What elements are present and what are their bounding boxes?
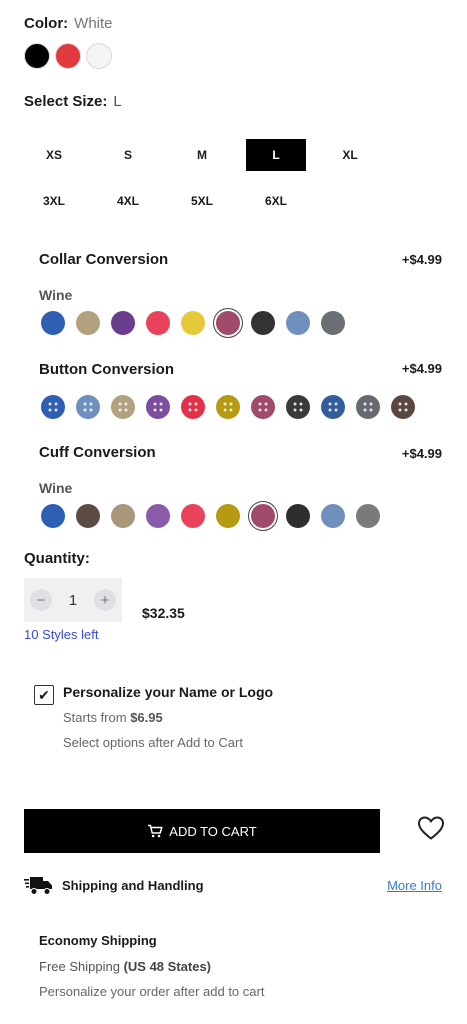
size-option-xs[interactable]: XS: [24, 139, 84, 171]
size-option-5xl[interactable]: 5XL: [172, 185, 232, 217]
color-selected-value: White: [74, 15, 113, 32]
color-swatch-black[interactable]: [24, 43, 50, 69]
button-color-11[interactable]: [391, 395, 415, 419]
quantity-label: Quantity:: [24, 550, 90, 567]
collar-color-7[interactable]: [251, 311, 275, 335]
cuff-color-2[interactable]: [76, 504, 100, 528]
button-color-2[interactable]: [76, 395, 100, 419]
checkmark-icon: ✔: [38, 686, 50, 703]
shipping-title: Shipping and Handling: [62, 878, 204, 893]
cuff-color-5[interactable]: [181, 504, 205, 528]
starts-from-price: $6.95: [130, 710, 163, 725]
collar-conversion-title: Collar Conversion: [39, 251, 169, 268]
quantity-value[interactable]: 1: [69, 592, 77, 609]
more-info-link[interactable]: More Info: [387, 878, 442, 893]
button-color-6[interactable]: [216, 395, 240, 419]
color-label-text: Color:: [24, 15, 69, 32]
button-color-1[interactable]: [41, 395, 65, 419]
personalize-note: Select options after Add to Cart: [63, 735, 243, 750]
button-color-options: [41, 395, 415, 419]
color-label: Color: White: [24, 15, 113, 32]
size-option-s[interactable]: S: [98, 139, 158, 171]
collar-color-9[interactable]: [321, 311, 345, 335]
button-conversion-title: Button Conversion: [39, 361, 174, 378]
free-shipping-text: Free Shipping (US 48 States): [39, 959, 211, 974]
add-to-cart-label: ADD TO CART: [169, 823, 257, 839]
size-label: Select Size: L: [24, 93, 122, 110]
cuff-color-3[interactable]: [111, 504, 135, 528]
cuff-color-6[interactable]: [216, 504, 240, 528]
cuff-selected-color-name: Wine: [39, 480, 73, 496]
collar-color-3[interactable]: [111, 311, 135, 335]
collar-color-2[interactable]: [76, 311, 100, 335]
button-color-10[interactable]: [356, 395, 380, 419]
styles-left-text: 10 Styles left: [24, 627, 99, 642]
size-option-3xl[interactable]: 3XL: [24, 185, 84, 217]
cuff-color-10[interactable]: [356, 504, 380, 528]
color-swatch-white[interactable]: [86, 43, 112, 69]
size-option-6xl[interactable]: 6XL: [246, 185, 306, 217]
cuff-color-1[interactable]: [41, 504, 65, 528]
collar-conversion-price: +$4.99: [401, 252, 442, 267]
button-color-4[interactable]: [146, 395, 170, 419]
quantity-increase-button[interactable]: +: [94, 589, 116, 611]
size-option-m[interactable]: M: [172, 139, 232, 171]
cuff-color-4[interactable]: [146, 504, 170, 528]
cart-icon: [148, 824, 163, 838]
cuff-conversion-title: Cuff Conversion: [39, 444, 156, 461]
collar-color-6[interactable]: [216, 311, 240, 335]
cuff-color-options: [41, 504, 380, 528]
quantity-decrease-button[interactable]: −: [30, 589, 52, 611]
size-selected-value: L: [113, 93, 122, 110]
size-option-xl[interactable]: XL: [320, 139, 380, 171]
button-color-5[interactable]: [181, 395, 205, 419]
collar-selected-color-name: Wine: [39, 287, 73, 303]
button-conversion-price: +$4.99: [401, 361, 442, 376]
free-shipping-region: (US 48 States): [123, 959, 211, 974]
cuff-color-9[interactable]: [321, 504, 345, 528]
cuff-conversion-price: +$4.99: [401, 446, 442, 461]
starts-from-text: Starts from: [63, 710, 127, 725]
total-price: $32.35: [142, 605, 185, 621]
personalize-checkbox[interactable]: ✔: [34, 685, 54, 705]
personalize-title: Personalize your Name or Logo: [63, 684, 274, 700]
button-color-9[interactable]: [321, 395, 345, 419]
button-color-8[interactable]: [286, 395, 310, 419]
color-swatches: [24, 43, 112, 69]
collar-color-5[interactable]: [181, 311, 205, 335]
button-color-3[interactable]: [111, 395, 135, 419]
cuff-color-8[interactable]: [286, 504, 310, 528]
button-color-7[interactable]: [251, 395, 275, 419]
economy-shipping-title: Economy Shipping: [39, 933, 157, 948]
quantity-stepper: − 1 +: [24, 578, 122, 622]
size-label-text: Select Size:: [24, 93, 108, 110]
truck-icon: [24, 877, 52, 895]
heart-icon[interactable]: [417, 815, 445, 841]
collar-color-1[interactable]: [41, 311, 65, 335]
size-option-4xl[interactable]: 4XL: [98, 185, 158, 217]
cuff-color-7[interactable]: [251, 504, 275, 528]
add-to-cart-button[interactable]: ADD TO CART: [24, 809, 380, 853]
collar-color-8[interactable]: [286, 311, 310, 335]
size-option-l[interactable]: L: [246, 139, 306, 171]
color-swatch-red[interactable]: [55, 43, 81, 69]
personalize-starts-from: Starts from $6.95: [63, 710, 163, 725]
collar-color-4[interactable]: [146, 311, 170, 335]
free-shipping-label: Free Shipping: [39, 959, 120, 974]
collar-color-options: [41, 311, 345, 335]
shipping-personalize-note: Personalize your order after add to cart: [39, 984, 265, 999]
